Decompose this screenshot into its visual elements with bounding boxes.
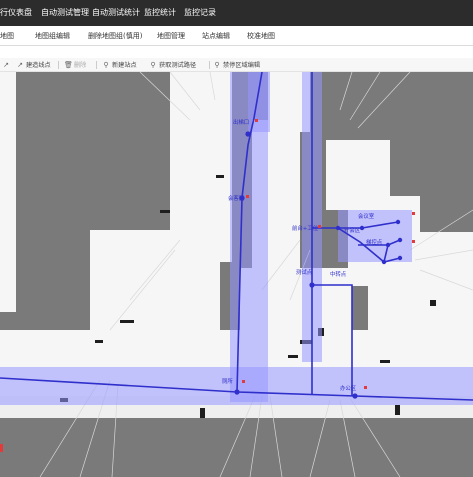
pin-icon: ⚲ (214, 61, 220, 69)
toolbar-divider (209, 61, 210, 69)
get-test-path-button[interactable]: ⚲ 获取测试路径 (149, 58, 196, 72)
map-label-reception[interactable]: 会客区 (228, 194, 245, 202)
tab-map-group-edit[interactable]: 地图组编辑 (35, 26, 70, 46)
map-label-front-desk[interactable]: 前台+工位 (292, 224, 319, 232)
tab-map-management[interactable]: 地图管理 (157, 26, 185, 46)
line-icon: ↗ (3, 61, 9, 69)
page-tabs: 地图 地图组编辑 删除地图组(慎用) 地图管理 站点编辑 校准地图 (0, 26, 473, 46)
tab-map[interactable]: 地图 (0, 26, 14, 46)
nav-item-monitor-records[interactable]: 监控记录 (184, 0, 216, 26)
new-station-label: 新建站点 (112, 62, 137, 69)
tab-calibrate-map[interactable]: 校准地图 (247, 26, 275, 46)
map-label-meeting-area[interactable]: 开会区 (344, 226, 361, 234)
no-parking-edit-label: 禁停区域编辑 (223, 62, 261, 69)
build-line-label: 建造线点 (26, 62, 51, 69)
map-label-office[interactable]: 办公区 (340, 384, 357, 392)
line-tool-edge-icon[interactable]: ↗ (2, 58, 12, 72)
delete-button[interactable]: 🗑删除 (64, 58, 86, 72)
map-toolbar: ↗ ↗ 建造线点 🗑删除 ⚲ 新建站点 ⚲ 获取测试路径 ⚲ 禁停区域编辑 (0, 58, 473, 72)
toolbar-divider (96, 61, 97, 69)
delete-label: 删除 (74, 62, 87, 69)
nav-item-auto-test-statistics[interactable]: 自动测试统计 (92, 0, 140, 26)
map-label-elevator-control[interactable]: 梯控点 (366, 238, 383, 246)
map-label-transfer-point[interactable]: 中转点 (330, 270, 347, 278)
nav-item-dashboard[interactable]: 行仪表盘 (0, 0, 32, 26)
toolbar-divider (58, 61, 59, 69)
map-label-exit-elevator[interactable]: 出梯口 (233, 118, 249, 126)
tab-delete-map-group[interactable]: 删除地图组(慎用) (88, 26, 142, 46)
nav-item-monitor-statistics[interactable]: 监控统计 (144, 0, 176, 26)
nav-item-auto-test-management[interactable]: 自动测试管理 (41, 0, 89, 26)
map-label-meeting-room[interactable]: 会议室 (358, 212, 375, 220)
pin-icon: ⚲ (150, 61, 156, 69)
map-canvas[interactable]: 出梯口 会客区 前台+工位 开会区 会议室 梯控点 测试点 中转点 厕所 办公区 (0, 72, 473, 477)
pin-icon: ⚲ (103, 61, 109, 69)
map-svg[interactable]: 出梯口 会客区 前台+工位 开会区 会议室 梯控点 测试点 中转点 厕所 办公区 (0, 72, 473, 477)
no-parking-edit-button[interactable]: ⚲ 禁停区域编辑 (213, 58, 260, 72)
trash-icon: 🗑 (64, 61, 73, 69)
tab-station-edit[interactable]: 站点编辑 (202, 26, 230, 46)
new-station-button[interactable]: ⚲ 新建站点 (102, 58, 137, 72)
top-navigation-bar: 行仪表盘 自动测试管理 自动测试统计 监控统计 监控记录 (0, 0, 473, 26)
get-test-path-label: 获取测试路径 (159, 62, 197, 69)
line-icon: ↗ (17, 61, 23, 69)
map-label-restroom[interactable]: 厕所 (222, 377, 233, 385)
map-label-test-point[interactable]: 测试点 (296, 268, 313, 276)
build-line-button[interactable]: ↗ 建造线点 (16, 58, 51, 72)
